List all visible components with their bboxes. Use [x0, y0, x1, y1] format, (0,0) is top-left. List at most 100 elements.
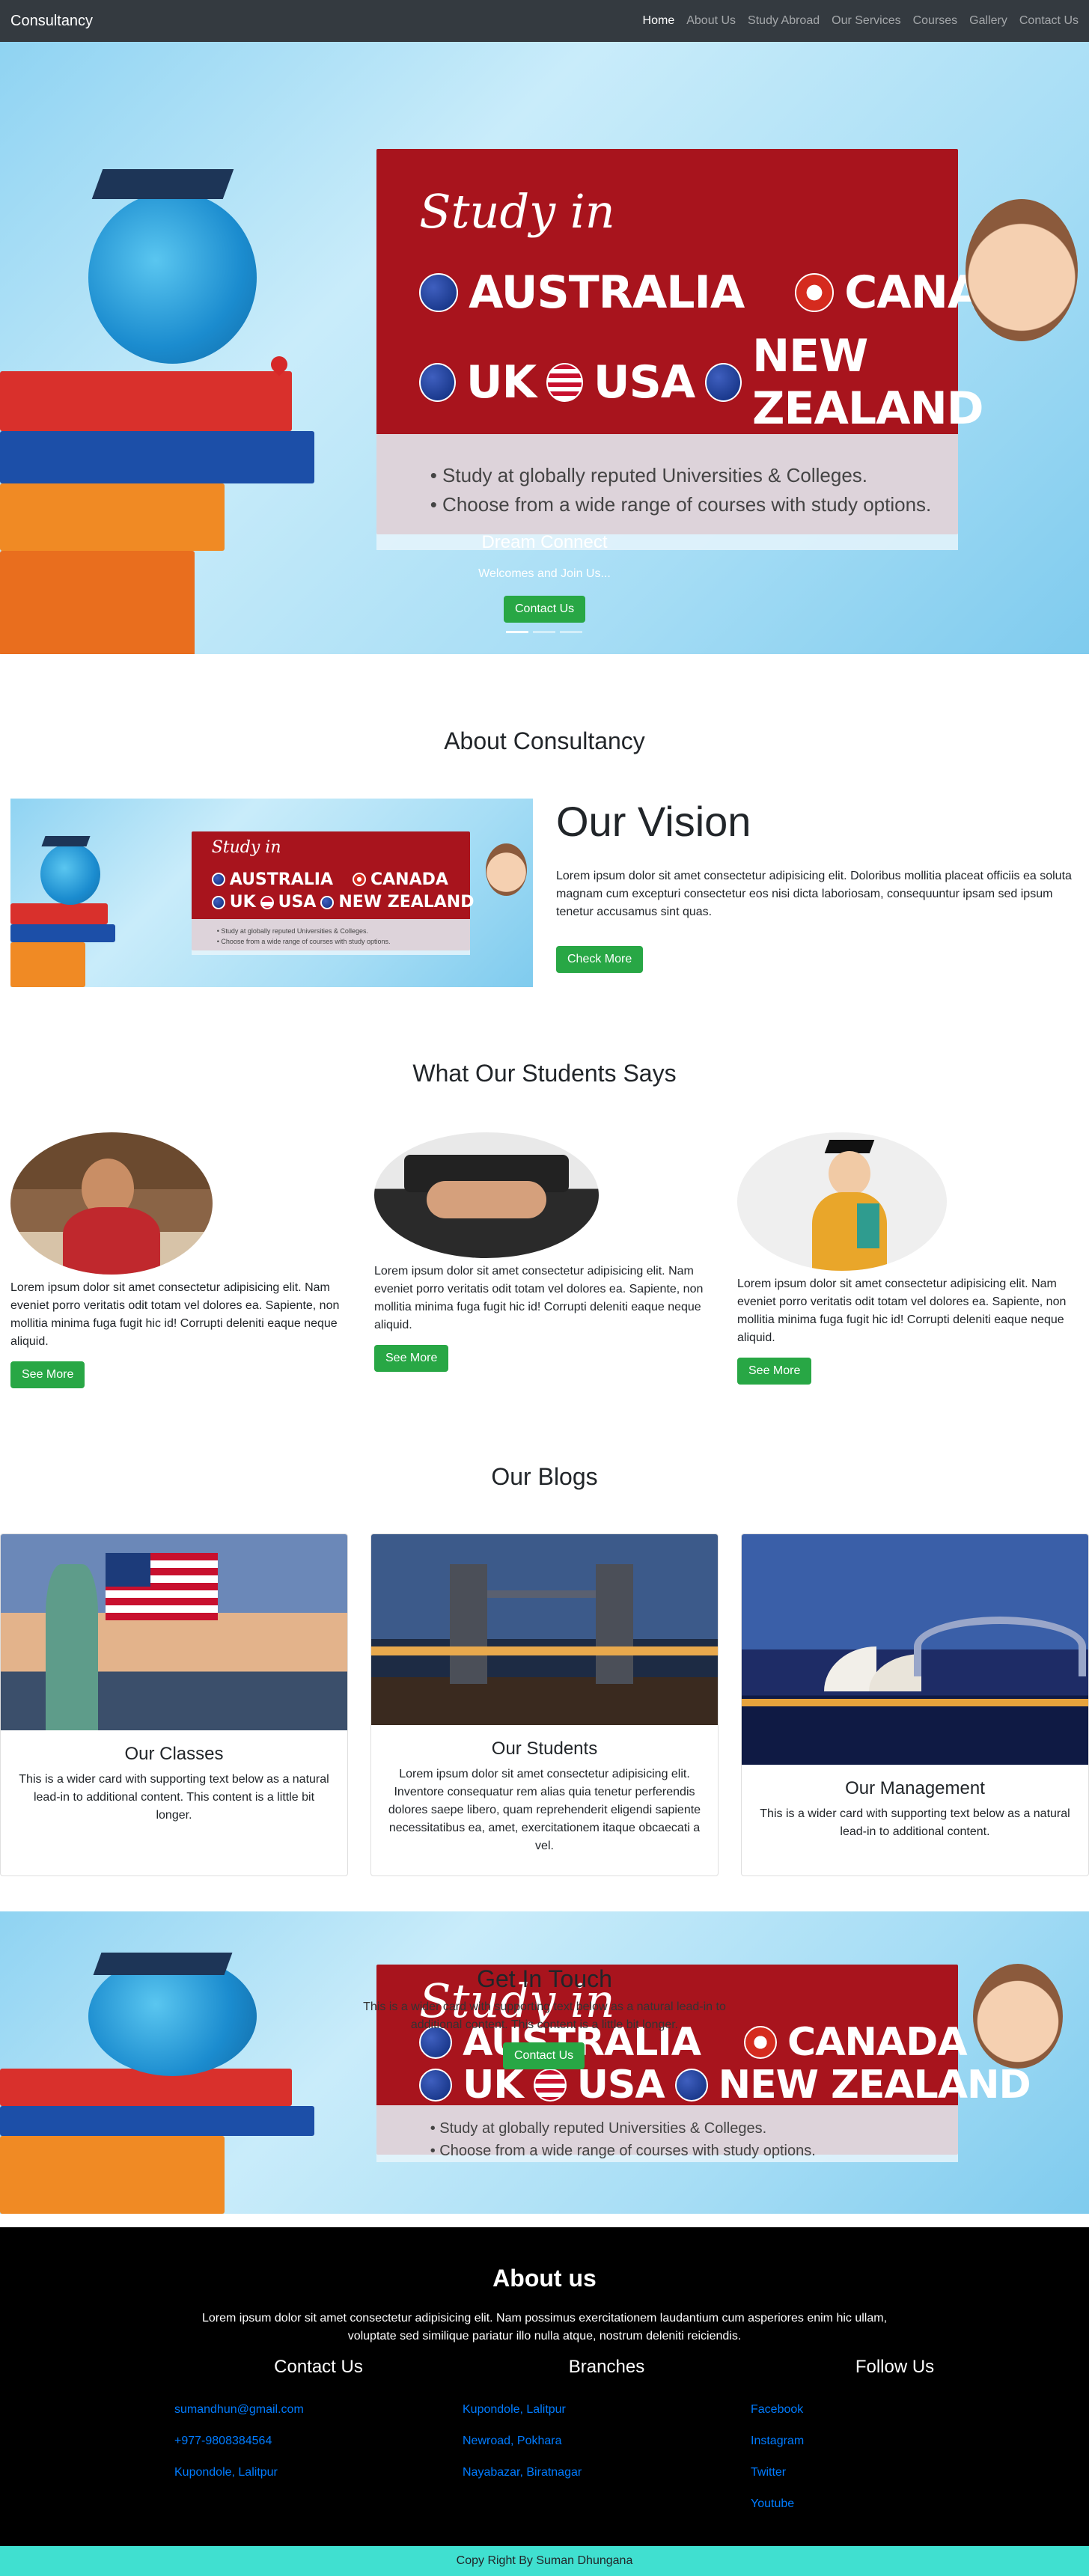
- student-girl-head: [966, 199, 1078, 341]
- canada-flag-icon: [795, 273, 835, 312]
- nav-links: Home About Us Study Abroad Our Services …: [643, 14, 1079, 28]
- about-image-study-in: Study in: [211, 838, 281, 858]
- study-in-heading: Study in: [419, 184, 615, 239]
- about-image-new-zealand: NEW ZEALAND: [338, 893, 475, 912]
- about-section-title: About Consultancy: [444, 727, 645, 754]
- footer-about-title: About us: [492, 2265, 597, 2292]
- footer-contact-title: Contact Us: [274, 2357, 363, 2377]
- study-bullets: • Study at globally reputed Universities…: [430, 461, 932, 519]
- student-photo-1: [10, 1132, 213, 1275]
- nav-study-abroad[interactable]: Study Abroad: [748, 14, 820, 28]
- copyright-bar: Copy Right By Suman Dhungana: [0, 2546, 1089, 2576]
- books-illustration: [0, 371, 322, 654]
- about-image-bullet-1: • Study at globally reputed Universities…: [216, 927, 368, 936]
- students-section-title: What Our Students Says: [412, 1060, 677, 1087]
- carousel-indicator-3[interactable]: [560, 631, 582, 633]
- hero-contact-button[interactable]: Contact Us: [504, 596, 586, 623]
- footer-email-link[interactable]: sumandhun@gmail.com: [174, 2394, 463, 2426]
- blog-title-students: Our Students: [491, 1739, 598, 1759]
- footer-branches-title: Branches: [568, 2357, 645, 2377]
- student-text-2: Lorem ipsum dolor sit amet consectetur a…: [374, 1265, 704, 1331]
- check-more-button[interactable]: Check More: [556, 946, 644, 973]
- about-image-bullet-2: • Choose from a wide range of courses wi…: [216, 937, 391, 945]
- student-see-more-1[interactable]: See More: [10, 1361, 85, 1388]
- countries-row-1: AUSTRALIA CANADA: [419, 266, 1053, 319]
- student-girl-illustration: [936, 326, 1089, 654]
- footer-address-link[interactable]: Kupondole, Lalitpur: [174, 2457, 463, 2488]
- australia-flag-icon: [419, 273, 459, 312]
- nav-our-services[interactable]: Our Services: [832, 14, 900, 28]
- student-text-1: Lorem ipsum dolor sit amet consectetur a…: [10, 1281, 340, 1348]
- blog-card-classes: Our Classes This is a wider card with su…: [0, 1533, 348, 1876]
- blog-card-management: Our Management This is a wider card with…: [741, 1533, 1089, 1876]
- student-see-more-2[interactable]: See More: [374, 1345, 449, 1372]
- nav-courses[interactable]: Courses: [913, 14, 958, 28]
- country-uk: UK: [466, 356, 537, 409]
- footer-branch-pokhara[interactable]: Newroad, Pokhara: [463, 2426, 751, 2457]
- student-photo-2: [374, 1132, 599, 1258]
- touch-banner-bullet-2: • Choose from a wide range of courses wi…: [430, 2142, 816, 2159]
- globe-illustration: [88, 192, 257, 364]
- touch-banner-bullet-1: • Study at globally reputed Universities…: [430, 2119, 767, 2137]
- bullet-1: • Study at globally reputed Universities…: [430, 464, 868, 486]
- get-in-touch-title: Get In Touch: [477, 1965, 612, 1992]
- nav-home[interactable]: Home: [643, 14, 675, 28]
- about-image-usa: USA: [278, 893, 317, 912]
- carousel-indicators: [506, 631, 582, 633]
- brand-link[interactable]: Consultancy: [10, 13, 93, 30]
- footer-twitter-link[interactable]: Twitter: [751, 2457, 1039, 2488]
- footer-follow-title: Follow Us: [855, 2357, 935, 2377]
- hero-subtitle: Welcomes and Join Us...: [478, 567, 611, 580]
- get-in-touch-contact-button[interactable]: Contact Us: [503, 2042, 585, 2069]
- footer-about-text: Lorem ipsum dolor sit amet consectetur a…: [201, 2312, 888, 2342]
- footer-branch-biratnagar[interactable]: Nayabazar, Biratnagar: [463, 2457, 751, 2488]
- uk-flag-icon: [419, 363, 456, 402]
- usa-flag-icon: [546, 363, 583, 402]
- footer-branch-kupondole[interactable]: Kupondole, Lalitpur: [463, 2394, 751, 2426]
- new-zealand-flag-icon: [705, 363, 742, 402]
- blog-text-classes: This is a wider card with supporting tex…: [19, 1773, 329, 1822]
- about-image-australia: AUSTRALIA: [229, 870, 333, 889]
- carousel-indicator-1[interactable]: [506, 631, 528, 633]
- student-see-more-3[interactable]: See More: [737, 1358, 812, 1385]
- student-text-3: Lorem ipsum dolor sit amet consectetur a…: [737, 1278, 1067, 1344]
- blog-text-management: This is a wider card with supporting tex…: [760, 1807, 1070, 1838]
- get-in-touch-section: Study in AUSTRALIA CANADA UK USA NEW ZEA…: [0, 1911, 1089, 2214]
- country-usa: USA: [593, 356, 695, 409]
- student-testimonial-3: Lorem ipsum dolor sit amet consectetur a…: [737, 1132, 1078, 1385]
- footer-youtube-link[interactable]: Youtube: [751, 2488, 1039, 2520]
- footer-contact-column: Contact Us sumandhun@gmail.com +977-9808…: [174, 2357, 463, 2488]
- get-in-touch-text: This is a wider card with supporting tex…: [363, 2000, 726, 2031]
- hero-carousel: Study in AUSTRALIA CANADA UK USA NEW ZEA…: [0, 42, 1089, 654]
- blog-title-classes: Our Classes: [124, 1744, 224, 1764]
- footer-facebook-link[interactable]: Facebook: [751, 2394, 1039, 2426]
- navbar: Consultancy Home About Us Study Abroad O…: [0, 0, 1089, 42]
- statue-of-liberty-image: [1, 1534, 347, 1730]
- nav-gallery[interactable]: Gallery: [969, 14, 1007, 28]
- tower-bridge-image: [371, 1534, 718, 1725]
- footer-follow-column: Follow Us Facebook Instagram Twitter You…: [751, 2357, 1039, 2520]
- footer-branches-column: Branches Kupondole, Lalitpur Newroad, Po…: [463, 2357, 751, 2488]
- carousel-indicator-2[interactable]: [533, 631, 555, 633]
- blog-card-students: Our Students Lorem ipsum dolor sit amet …: [370, 1533, 719, 1876]
- country-australia: AUSTRALIA: [469, 266, 745, 319]
- nav-about-us[interactable]: About Us: [686, 14, 736, 28]
- sydney-opera-house-image: [742, 1534, 1088, 1765]
- footer-instagram-link[interactable]: Instagram: [751, 2426, 1039, 2457]
- blogs-section-title: Our Blogs: [491, 1463, 598, 1490]
- graduation-cap-icon: [91, 169, 234, 199]
- student-testimonial-1: Lorem ipsum dolor sit amet consectetur a…: [10, 1132, 351, 1388]
- vision-title: Our Vision: [556, 798, 751, 845]
- about-image-uk: UK: [229, 893, 256, 912]
- nav-contact-us[interactable]: Contact Us: [1019, 14, 1079, 28]
- student-testimonial-2: Lorem ipsum dolor sit amet consectetur a…: [374, 1132, 715, 1372]
- touch-banner-uk: UK: [463, 2063, 524, 2108]
- touch-banner-usa: USA: [576, 2063, 665, 2108]
- student-photo-3: [737, 1132, 947, 1271]
- about-image: Study in AUSTRALIA CANADA UK USA NEW ZEA…: [10, 799, 533, 987]
- about-image-canada: CANADA: [370, 870, 448, 889]
- touch-banner-canada: CANADA: [787, 2020, 968, 2066]
- bullet-2: • Choose from a wide range of courses wi…: [430, 493, 932, 516]
- hero-title: Dream Connect: [481, 532, 608, 552]
- footer-phone-link[interactable]: +977-9808384564: [174, 2426, 463, 2457]
